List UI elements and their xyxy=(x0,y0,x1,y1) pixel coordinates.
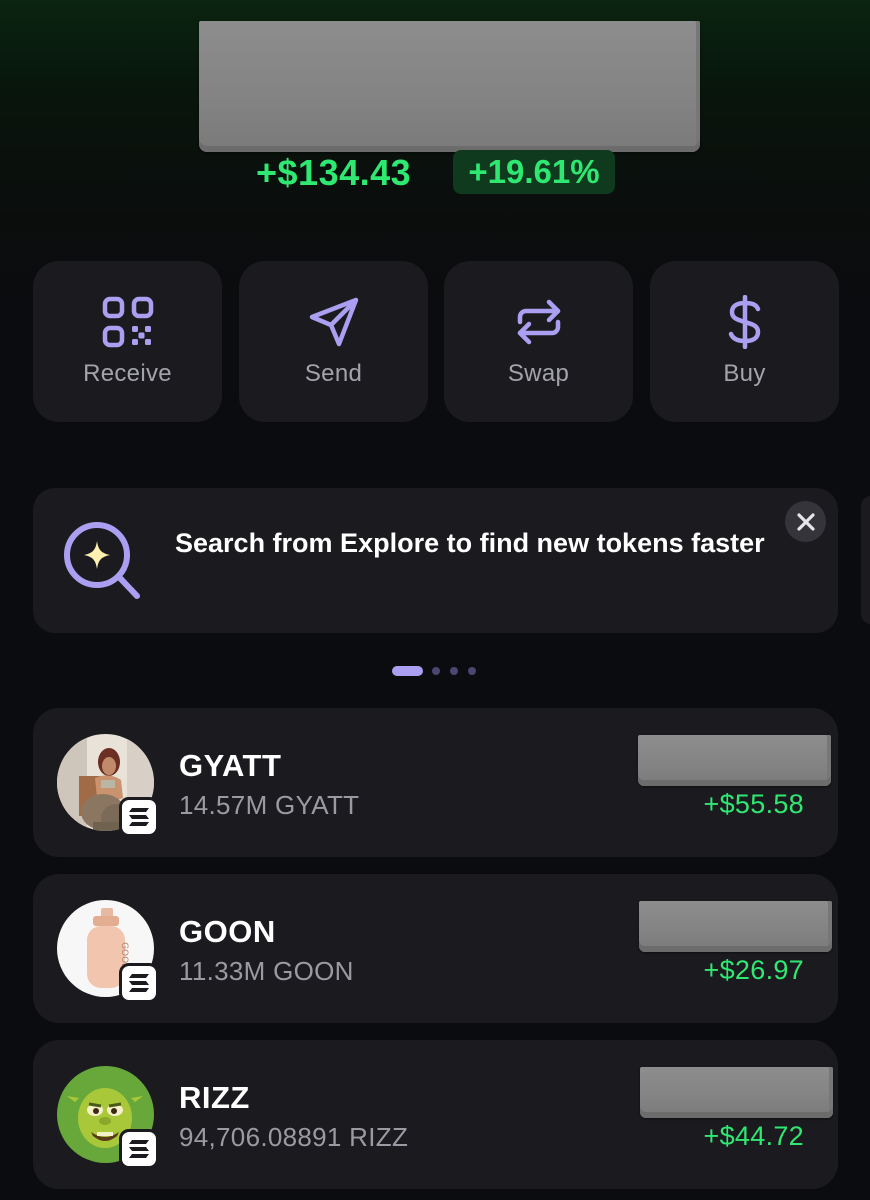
search-sparkle-icon xyxy=(64,522,140,599)
buy-button[interactable]: Buy xyxy=(650,261,839,422)
solana-icon xyxy=(119,797,159,837)
paper-plane-icon xyxy=(309,297,358,347)
swap-label: Swap xyxy=(507,360,570,387)
token-row-goon[interactable]: GOON GOON 11.33M GOON +$26.97 xyxy=(33,874,838,1023)
token-amount: 14.57M GYATT xyxy=(179,790,360,820)
quick-actions: Receive Send Swap Buy xyxy=(33,261,839,422)
receive-label: Receive xyxy=(83,360,172,387)
token-name: RIZZ xyxy=(179,1080,250,1115)
explore-promo-card[interactable]: Search from Explore to find new tokens f… xyxy=(33,488,838,633)
qr-code-icon xyxy=(102,296,153,348)
token-row-rizz[interactable]: RIZZ 94,706.08891 RIZZ +$44.72 xyxy=(33,1040,838,1189)
token-change: +$55.58 xyxy=(703,789,804,819)
promo-text: Search from Explore to find new tokens f… xyxy=(175,528,765,558)
redacted-token-value xyxy=(640,1067,833,1118)
dollar-icon xyxy=(728,295,760,349)
token-amount: 11.33M GOON xyxy=(179,956,354,986)
pager-dot[interactable] xyxy=(432,667,440,675)
send-label: Send xyxy=(304,360,363,387)
pager-dot-active[interactable] xyxy=(392,666,423,676)
pager-dot[interactable] xyxy=(468,667,476,675)
token-row-gyatt[interactable]: GYATT 14.57M GYATT +$55.58 xyxy=(33,708,838,857)
token-change: +$26.97 xyxy=(703,955,804,985)
solana-icon xyxy=(119,1129,159,1169)
token-name: GYATT xyxy=(179,748,282,783)
token-change: +$44.72 xyxy=(703,1121,804,1151)
receive-button[interactable]: Receive xyxy=(33,261,222,422)
pager-dot[interactable] xyxy=(450,667,458,675)
swap-button[interactable]: Swap xyxy=(444,261,633,422)
pnl-row: +$134.43 +19.61% xyxy=(0,148,870,196)
promo-pager[interactable] xyxy=(392,666,482,676)
solana-icon xyxy=(119,963,159,1003)
send-button[interactable]: Send xyxy=(239,261,428,422)
redacted-token-value xyxy=(638,735,831,786)
token-name: GOON xyxy=(179,914,276,949)
pnl-amount: +$134.43 xyxy=(256,152,412,193)
redacted-token-value xyxy=(639,901,832,952)
pnl-percent-badge: +19.61% xyxy=(453,150,615,194)
next-promo-card-peek[interactable] xyxy=(861,496,870,624)
close-icon xyxy=(796,512,815,531)
wallet-home-screen: +$134.43 +19.61% Receive Send Swap Buy S… xyxy=(0,0,870,1200)
buy-label: Buy xyxy=(723,360,766,387)
token-amount: 94,706.08891 RIZZ xyxy=(179,1122,409,1152)
swap-arrows-icon xyxy=(517,299,560,345)
redacted-balance xyxy=(199,21,700,152)
close-promo-button[interactable] xyxy=(785,501,826,542)
